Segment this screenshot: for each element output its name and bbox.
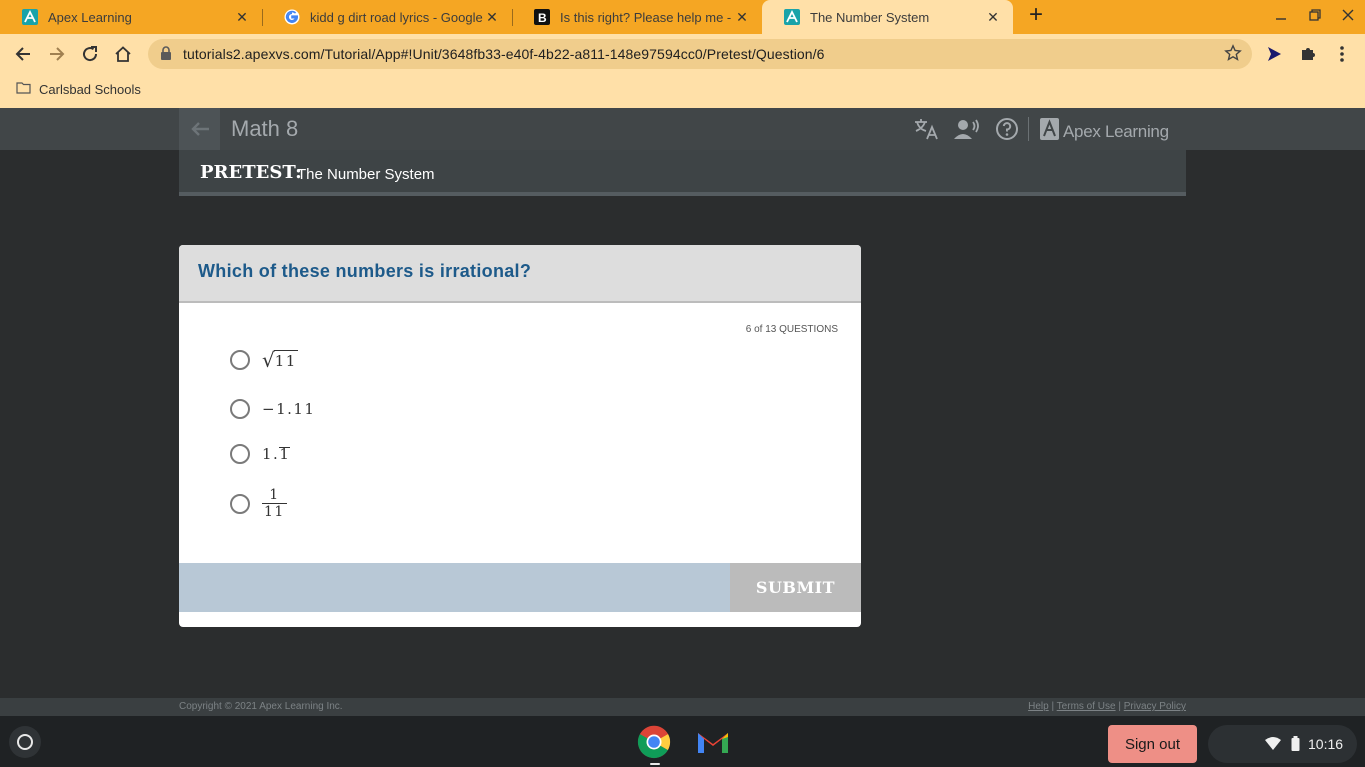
footer-links: Help | Terms of Use | Privacy Policy <box>1028 701 1186 712</box>
privacy-link[interactable]: Privacy Policy <box>1124 701 1186 712</box>
numerator: 1 <box>269 487 280 503</box>
bookmark-carlsbad-schools[interactable]: Carlsbad Schools <box>16 82 141 97</box>
question-card: Which of these numbers is irrational? 6 … <box>179 245 861 627</box>
link-separator: | <box>1118 701 1121 712</box>
sign-out-button[interactable]: Sign out <box>1108 725 1197 763</box>
tab-title: The Number System <box>810 9 930 25</box>
course-title: Math 8 <box>231 116 299 141</box>
restore-icon[interactable] <box>1304 6 1326 28</box>
back-arrow-icon <box>190 122 209 136</box>
terms-link[interactable]: Terms of Use <box>1057 701 1116 712</box>
apex-favicon-icon <box>22 9 38 25</box>
tab-title: kidd g dirt road lyrics - Google Se <box>310 9 484 25</box>
answer-option-c[interactable]: 1.1 <box>230 444 291 464</box>
translate-icon[interactable] <box>913 116 939 142</box>
course-back-button[interactable] <box>179 108 220 150</box>
answer-option-b[interactable]: −1.11 <box>230 399 315 419</box>
bookmark-star-icon[interactable] <box>1224 44 1242 67</box>
repeating-digit: 1 <box>279 445 291 463</box>
status-tray[interactable]: 10:16 <box>1208 725 1357 763</box>
apex-logo: Apex Learning <box>1040 118 1169 145</box>
radio-button[interactable] <box>230 350 250 370</box>
close-tab-icon[interactable]: ✕ <box>734 9 750 25</box>
tab-google-search[interactable]: kidd g dirt road lyrics - Google Se ✕ <box>262 0 512 34</box>
launcher-button[interactable] <box>9 726 41 758</box>
read-aloud-icon[interactable] <box>954 116 980 142</box>
course-header: Math 8 Apex Learning <box>0 108 1365 150</box>
option-value: −1.11 <box>262 400 316 418</box>
brand-name: Apex Learning <box>1063 121 1169 141</box>
chrome-app-icon[interactable] <box>636 724 672 760</box>
tab-title: Is this right? Please help me - Bra <box>560 9 734 25</box>
copyright-text: Copyright © 2021 Apex Learning Inc. <box>179 701 343 712</box>
option-repeating-decimal: 1.1 <box>262 445 291 463</box>
tab-brainly[interactable]: B Is this right? Please help me - Bra ✕ <box>512 0 762 34</box>
answer-option-a[interactable]: √ 11 <box>230 350 298 370</box>
decimal-whole: 1. <box>262 445 280 463</box>
tab-apex-learning[interactable]: Apex Learning ✕ <box>0 0 262 34</box>
launcher-circle-icon <box>17 734 33 750</box>
radio-button[interactable] <box>230 494 250 514</box>
submit-button[interactable]: SUBMIT <box>730 563 861 612</box>
help-icon[interactable] <box>994 116 1020 142</box>
wifi-icon <box>1264 736 1282 755</box>
pretest-label: PRETEST: <box>200 162 302 183</box>
back-arrow-icon[interactable] <box>11 42 35 66</box>
bookmarks-bar: Carlsbad Schools <box>0 74 1365 108</box>
close-tab-icon[interactable]: ✕ <box>985 9 1001 25</box>
close-tab-icon[interactable]: ✕ <box>234 9 250 25</box>
question-text: Which of these numbers is irrational? <box>198 261 532 281</box>
denominator: 11 <box>262 503 287 520</box>
pretest-topic: The Number System <box>297 166 435 183</box>
apex-logo-icon <box>1040 118 1059 145</box>
radio-button[interactable] <box>230 444 250 464</box>
google-favicon-icon <box>284 9 300 25</box>
folder-icon <box>16 82 31 97</box>
answer-footer-bar <box>179 563 730 612</box>
brainly-favicon-icon: B <box>534 9 550 25</box>
bookmark-label: Carlsbad Schools <box>39 82 141 97</box>
pretest-banner: PRETEST: The Number System <box>179 150 1186 196</box>
question-header: Which of these numbers is irrational? <box>179 245 861 303</box>
extensions-puzzle-icon[interactable] <box>1296 42 1320 66</box>
minimize-icon[interactable] <box>1270 6 1292 28</box>
close-window-icon[interactable] <box>1337 6 1359 28</box>
radicand: 11 <box>273 350 298 370</box>
clock-time: 10:16 <box>1308 736 1344 752</box>
send-arrow-icon[interactable] <box>1262 42 1286 66</box>
answer-option-d[interactable]: 1 11 <box>230 488 287 520</box>
svg-text:B: B <box>538 11 547 25</box>
header-divider <box>1028 117 1029 141</box>
lock-icon <box>160 46 172 66</box>
close-tab-icon[interactable]: ✕ <box>484 9 500 25</box>
address-bar[interactable]: tutorials2.apexvs.com/Tutorial/App#!Unit… <box>148 39 1252 69</box>
option-sqrt-11: √ 11 <box>262 350 298 370</box>
running-indicator <box>650 763 660 765</box>
forward-arrow-icon[interactable] <box>45 42 69 66</box>
page-footer: Copyright © 2021 Apex Learning Inc. Help… <box>0 698 1365 716</box>
reload-icon[interactable] <box>78 42 102 66</box>
question-counter: 6 of 13 QUESTIONS <box>745 324 838 335</box>
gmail-app-icon[interactable] <box>695 724 731 760</box>
url-text: tutorials2.apexvs.com/Tutorial/App#!Unit… <box>183 46 825 62</box>
home-icon[interactable] <box>111 42 135 66</box>
help-link[interactable]: Help <box>1028 701 1049 712</box>
tab-number-system[interactable]: The Number System ✕ <box>762 0 1013 34</box>
radio-button[interactable] <box>230 399 250 419</box>
tab-title: Apex Learning <box>48 9 132 25</box>
option-fraction: 1 11 <box>262 488 287 520</box>
more-menu-icon[interactable] <box>1330 42 1354 66</box>
apex-favicon-icon <box>784 9 800 25</box>
new-tab-button[interactable]: + <box>1024 3 1048 28</box>
battery-icon <box>1291 736 1300 756</box>
link-separator: | <box>1051 701 1055 712</box>
